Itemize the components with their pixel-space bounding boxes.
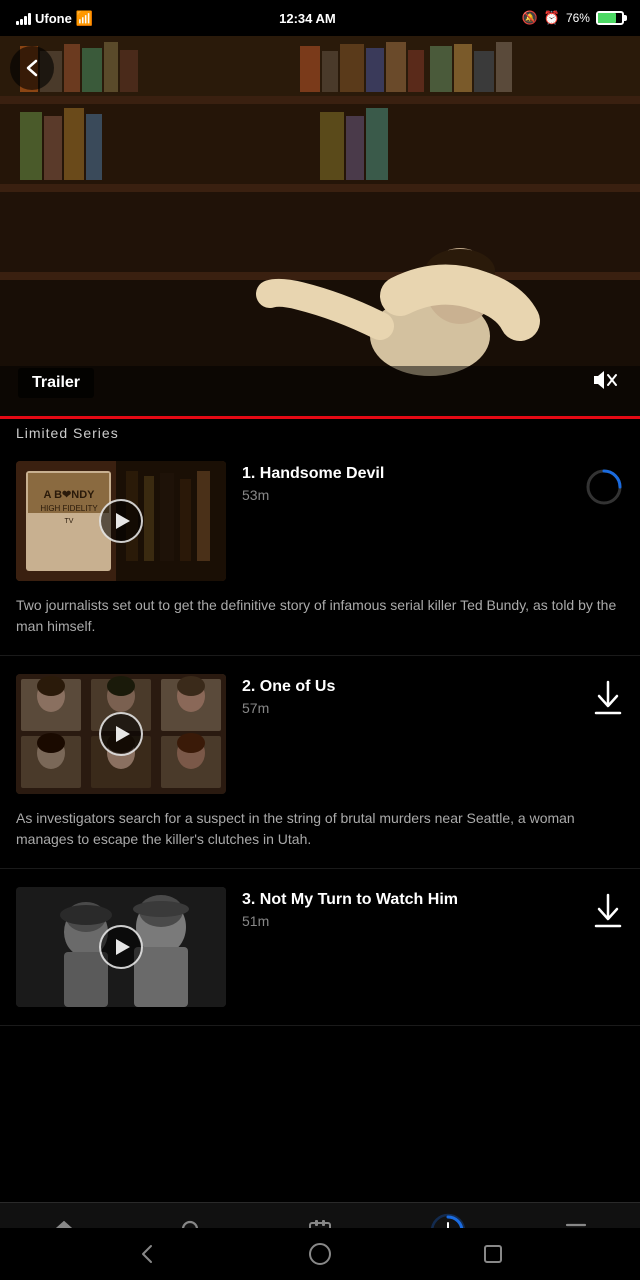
episode-row: 3. Not My Turn to Watch Him 51m	[16, 887, 624, 1007]
status-left: Ufone 📶	[16, 10, 93, 27]
back-button[interactable]	[10, 46, 54, 90]
episode-row: A B❤NDY HIGH FIDELITY TV	[16, 461, 624, 581]
hero-background	[0, 36, 640, 416]
svg-text:A B❤NDY: A B❤NDY	[44, 489, 96, 501]
play-icon	[116, 726, 130, 742]
episode-title: 2. One of Us	[242, 678, 576, 696]
episode-title: 1. Handsome Devil	[242, 465, 568, 483]
episode-thumbnail[interactable]: A B❤NDY HIGH FIDELITY TV	[16, 461, 226, 581]
loading-circle-icon	[584, 467, 624, 507]
battery-icon	[596, 11, 624, 25]
mute-icon	[590, 366, 618, 394]
episode-info: 2. One of Us 57m	[242, 674, 576, 716]
episode-item: 3. Not My Turn to Watch Him 51m	[0, 869, 640, 1026]
episode-item: A B❤NDY HIGH FIDELITY TV	[0, 443, 640, 656]
episode-info: 1. Handsome Devil 53m	[242, 461, 568, 503]
episode-action[interactable]	[584, 461, 624, 507]
android-home-icon	[306, 1240, 334, 1268]
wifi-icon: 📶	[76, 10, 93, 27]
episode-duration: 53m	[242, 487, 568, 503]
android-back-icon	[133, 1240, 161, 1268]
play-button[interactable]	[99, 499, 143, 543]
android-home-button[interactable]	[302, 1236, 338, 1272]
episodes-list: A B❤NDY HIGH FIDELITY TV	[0, 443, 640, 1126]
android-recent-button[interactable]	[475, 1236, 511, 1272]
status-time: 12:34 AM	[279, 11, 336, 26]
alarm-icon: 🔕	[522, 10, 538, 26]
svg-text:TV: TV	[65, 518, 74, 525]
episode-thumbnail[interactable]	[16, 887, 226, 1007]
download-icon	[592, 680, 624, 716]
episode-action[interactable]	[592, 674, 624, 716]
episode-thumbnail[interactable]	[16, 674, 226, 794]
episode-info: 3. Not My Turn to Watch Him 51m	[242, 887, 576, 929]
battery-percent: 76%	[566, 11, 590, 25]
hero-scene-svg	[0, 36, 640, 416]
episode-title: 3. Not My Turn to Watch Him	[242, 891, 576, 909]
series-tag: Limited Series	[0, 419, 640, 443]
episode-description: As investigators search for a suspect in…	[16, 808, 624, 850]
carrier-name: Ufone	[35, 11, 72, 26]
svg-text:HIGH FIDELITY: HIGH FIDELITY	[40, 504, 98, 513]
mute-button[interactable]	[586, 362, 622, 398]
play-button[interactable]	[99, 712, 143, 756]
play-button[interactable]	[99, 925, 143, 969]
hero-section: Trailer	[0, 36, 640, 416]
episode-duration: 51m	[242, 913, 576, 929]
android-back-button[interactable]	[129, 1236, 165, 1272]
android-nav-bar	[0, 1228, 640, 1280]
android-recent-icon	[479, 1240, 507, 1268]
back-arrow-icon	[22, 58, 42, 78]
status-right: 🔕 ⏰ 76%	[522, 10, 624, 26]
episode-item: 2. One of Us 57m As investigators search…	[0, 656, 640, 869]
episode-duration: 57m	[242, 700, 576, 716]
episode-row: 2. One of Us 57m	[16, 674, 624, 794]
download-icon	[592, 893, 624, 929]
play-icon	[116, 939, 130, 955]
episode-action[interactable]	[592, 887, 624, 929]
play-icon	[116, 513, 130, 529]
trailer-label: Trailer	[18, 368, 94, 398]
clock-icon: ⏰	[544, 10, 560, 26]
status-bar: Ufone 📶 12:34 AM 🔕 ⏰ 76%	[0, 0, 640, 36]
episode-description: Two journalists set out to get the defin…	[16, 595, 624, 637]
signal-icon	[16, 11, 31, 25]
